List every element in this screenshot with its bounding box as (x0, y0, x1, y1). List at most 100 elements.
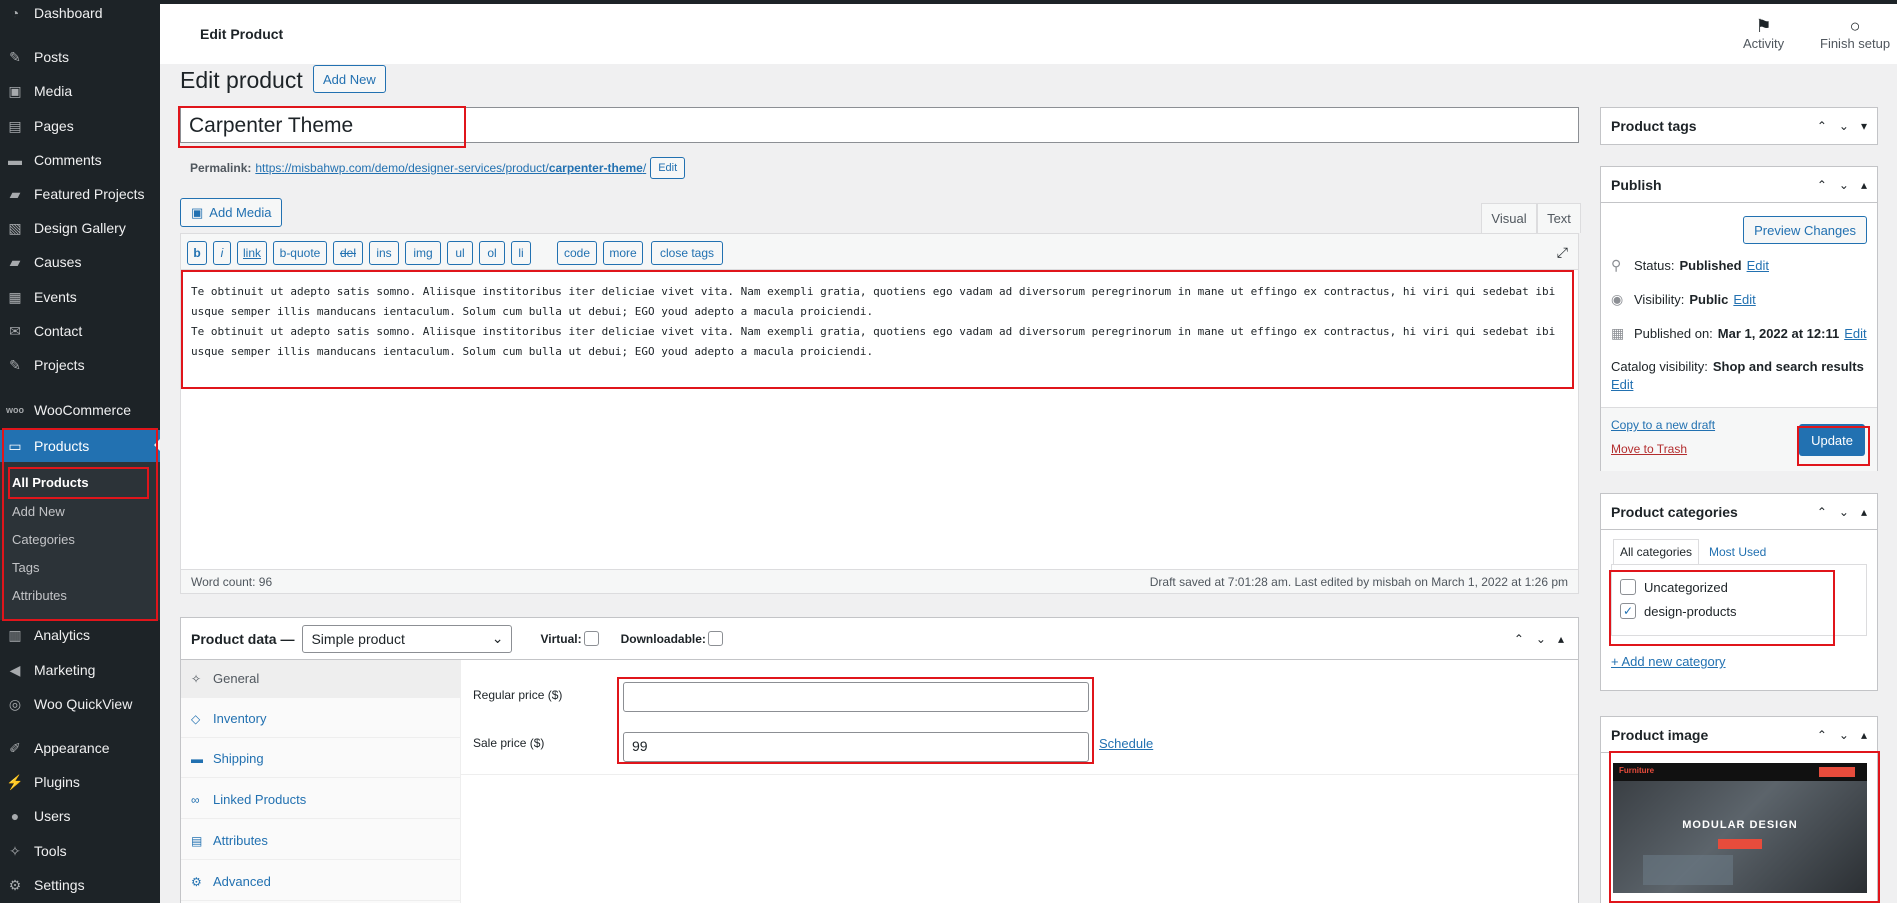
media-icon: ▣ (191, 204, 204, 220)
plug-icon: ⚡ (6, 773, 24, 790)
permalink-link[interactable]: https://misbahwp.com/demo/designer-servi… (255, 161, 646, 175)
qt-ol-button[interactable]: ol (479, 241, 505, 265)
schedule-link[interactable]: Schedule (1099, 736, 1153, 751)
menu-events[interactable]: ▦ Events (0, 282, 160, 312)
move-up-icon[interactable]: ⌃ (1817, 119, 1827, 133)
menu-users[interactable]: ● Users (0, 801, 160, 831)
visibility-edit-link[interactable]: Edit (1733, 292, 1755, 307)
tab-text[interactable]: Text (1537, 203, 1581, 233)
highlight-title (178, 106, 466, 148)
toggle-panel-icon[interactable]: ▴ (1558, 632, 1564, 646)
qt-more-button[interactable]: more (603, 241, 643, 265)
qt-italic-button[interactable]: i (213, 241, 231, 265)
move-down-icon[interactable]: ⌄ (1839, 119, 1849, 133)
qt-bquote-button[interactable]: b-quote (273, 241, 327, 265)
mail-icon: ✉ (9, 322, 21, 339)
product-tags-header[interactable]: Product tags ⌃ ⌄ ▾ (1601, 108, 1877, 144)
downloadable-checkbox[interactable] (707, 631, 723, 646)
catalog-edit-link[interactable]: Edit (1611, 377, 1633, 392)
menu-analytics[interactable]: ▥ Analytics (0, 620, 160, 650)
move-up-icon[interactable]: ⌃ (1817, 728, 1827, 742)
move-down-icon[interactable]: ⌄ (1839, 178, 1849, 192)
menu-tools[interactable]: ✧ Tools (0, 836, 160, 866)
product-categories-header[interactable]: Product categories ⌃ ⌄ ▴ (1601, 494, 1877, 530)
toggle-panel-icon[interactable]: ▴ (1861, 505, 1867, 519)
menu-pages[interactable]: ▤ Pages (0, 111, 160, 141)
qt-code-button[interactable]: code (557, 241, 597, 265)
qt-img-button[interactable]: img (405, 241, 441, 265)
menu-woocommerce[interactable]: woo WooCommerce (0, 395, 160, 425)
qt-del-button[interactable]: del (333, 241, 363, 265)
move-up-icon[interactable]: ⌃ (1817, 178, 1827, 192)
toggle-panel-icon[interactable]: ▴ (1861, 728, 1867, 742)
menu-appearance[interactable]: ✐ Appearance (0, 733, 160, 763)
tab-visual[interactable]: Visual (1481, 203, 1537, 233)
menu-plugins[interactable]: ⚡ Plugins (0, 767, 160, 797)
preview-changes-button[interactable]: Preview Changes (1743, 216, 1867, 244)
divider (461, 774, 1578, 775)
sale-price-label: Sale price ($) (473, 736, 545, 750)
link-icon: ∞ (191, 792, 200, 807)
activity-button[interactable]: ⚑ Activity (1743, 16, 1784, 51)
product-data-header: Product data — Simple product ⌄ Virtual:… (181, 618, 1578, 660)
add-new-category-link[interactable]: + Add new category (1611, 654, 1726, 669)
menu-design-gallery[interactable]: ▧ Design Gallery (0, 213, 160, 243)
tab-advanced[interactable]: ⚙ Advanced (181, 863, 461, 901)
tab-shipping[interactable]: ▬ Shipping (181, 740, 461, 778)
product-image-header[interactable]: Product image ⌃ ⌄ ▴ (1601, 717, 1877, 753)
move-to-trash-link[interactable]: Move to Trash (1611, 442, 1687, 456)
publish-header[interactable]: Publish ⌃ ⌄ ▴ (1601, 167, 1877, 203)
calendar-icon: ▦ (1611, 325, 1625, 341)
dashboard-icon: ◔ (10, 5, 20, 21)
toggle-panel-icon[interactable]: ▴ (1861, 178, 1867, 192)
qt-bold-button[interactable]: b (187, 241, 207, 265)
add-media-button[interactable]: ▣ Add Media (180, 198, 283, 227)
add-new-button[interactable]: Add New (313, 65, 386, 93)
move-up-icon[interactable]: ⌃ (1514, 632, 1524, 646)
menu-posts[interactable]: ✎ Posts (0, 42, 160, 72)
menu-settings[interactable]: ⚙ Settings (0, 870, 160, 900)
qt-link-button[interactable]: link (237, 241, 267, 265)
menu-media[interactable]: ▣ Media (0, 76, 160, 106)
tab-inventory[interactable]: ◇ Inventory (181, 700, 461, 738)
media-icon: ▣ (8, 82, 22, 99)
tab-general[interactable]: ✧ General (181, 660, 461, 698)
menu-featured-projects[interactable]: ▰ Featured Projects (0, 179, 160, 209)
highlight-content (181, 270, 1574, 389)
menu-marketing[interactable]: ◀ Marketing (0, 655, 160, 685)
tab-attributes[interactable]: ▤ Attributes (181, 822, 461, 860)
qt-ul-button[interactable]: ul (447, 241, 473, 265)
move-up-icon[interactable]: ⌃ (1817, 505, 1827, 519)
status-edit-link[interactable]: Edit (1747, 258, 1769, 273)
menu-causes[interactable]: ▰ Causes (0, 247, 160, 277)
copy-draft-link[interactable]: Copy to a new draft (1611, 418, 1715, 432)
menu-contact[interactable]: ✉ Contact (0, 316, 160, 346)
toggle-panel-icon[interactable]: ▾ (1861, 119, 1867, 133)
move-down-icon[interactable]: ⌄ (1839, 505, 1849, 519)
menu-dashboard[interactable]: ◔ Dashboard (0, 0, 160, 28)
pin-icon: ⚲ (1611, 257, 1622, 273)
settings-icon: ⚙ (8, 876, 22, 893)
move-down-icon[interactable]: ⌄ (1536, 632, 1546, 646)
menu-woo-quickview[interactable]: ◎ Woo QuickView (0, 689, 160, 719)
published-edit-link[interactable]: Edit (1844, 326, 1866, 341)
chart-icon: ▥ (8, 626, 22, 643)
folder-icon: ▰ (9, 253, 21, 270)
permalink-edit-button[interactable]: Edit (650, 157, 686, 179)
finish-setup-button[interactable]: ○ Finish setup (1820, 16, 1890, 51)
tab-linked-products[interactable]: ∞ Linked Products (181, 781, 461, 819)
brush-icon: ✐ (9, 739, 21, 756)
truck-icon: ▬ (191, 751, 203, 766)
tab-most-used[interactable]: Most Used (1703, 539, 1772, 565)
virtual-checkbox[interactable] (583, 631, 599, 646)
move-down-icon[interactable]: ⌄ (1839, 728, 1849, 742)
menu-projects[interactable]: ✎ Projects (0, 350, 160, 380)
qt-li-button[interactable]: li (511, 241, 531, 265)
fullscreen-icon[interactable]: ⤢ (1557, 244, 1568, 261)
tab-all-categories[interactable]: All categories (1613, 539, 1700, 565)
qt-close-tags-button[interactable]: close tags (651, 241, 723, 265)
product-type-select[interactable]: Simple product ⌄ (302, 624, 513, 653)
menu-comments[interactable]: ▬ Comments (0, 145, 160, 175)
woo-icon: woo (6, 405, 24, 415)
qt-ins-button[interactable]: ins (369, 241, 399, 265)
